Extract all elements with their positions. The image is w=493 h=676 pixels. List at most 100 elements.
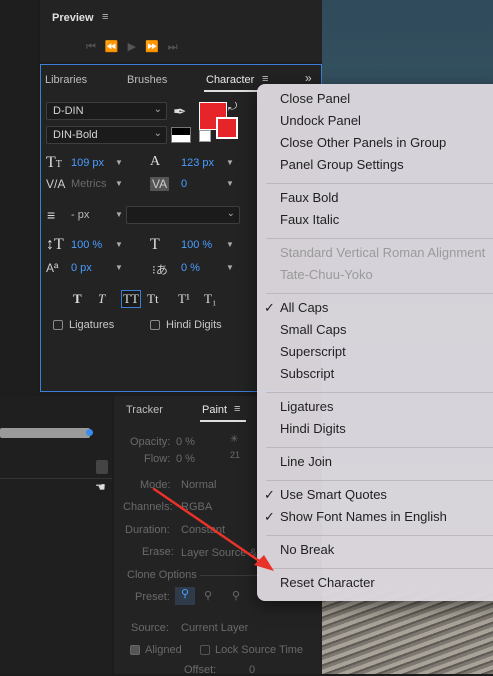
vertical-scale-value[interactable]: 100 % [71,239,102,251]
hand-tool-icon[interactable]: ☚ [95,480,106,494]
tab-character[interactable]: Character [206,74,254,86]
first-frame-icon[interactable]: ⏮ [86,41,105,53]
eyedropper-icon[interactable]: ✒ [173,102,186,122]
tab-brushes[interactable]: Brushes [127,74,167,86]
horizontal-scale-icon: T [150,236,160,253]
hindi-digits-checkbox[interactable] [150,320,160,330]
horizontal-scale-dropdown-icon[interactable]: ▼ [226,240,234,249]
menu-item-close-panel[interactable]: Close Panel [280,91,350,106]
preset-2-button[interactable]: ⚲ [204,589,212,602]
timeline-bar[interactable] [0,428,90,438]
offset-label: Offset: [184,664,217,676]
menu-item-superscript[interactable]: Superscript [280,344,346,359]
paint-menu-icon[interactable]: ≡ [234,403,240,415]
hamburger-icon[interactable]: ≡ [102,11,108,23]
lock-source-label: Lock Source Time [215,644,304,656]
next-frame-icon[interactable]: ⏩ [145,41,168,53]
faux-bold-button[interactable]: T [73,291,82,307]
scroll-handle[interactable] [96,460,108,474]
brush-tip-icon[interactable]: ✳ [230,434,238,445]
prev-frame-icon[interactable]: ⏪ [105,41,128,53]
opacity-label: Opacity: [130,436,171,448]
panel-context-menu: Close Panel Undock Panel Close Other Panel… [257,84,493,601]
hindi-digits-label: Hindi Digits [166,319,222,331]
tsume-dropdown-icon[interactable]: ▼ [226,263,234,272]
leading-dropdown-icon[interactable]: ▼ [226,158,234,167]
superscript-button[interactable]: T¹ [178,291,190,307]
flow-value[interactable]: 0 % [176,453,195,465]
preset-3-button[interactable]: ⚲ [232,589,240,602]
menu-item-all-caps[interactable]: All Caps [280,300,328,315]
baseline-shift-icon: Aª [46,261,59,275]
font-family-select[interactable]: D-DIN ⌄ [46,102,167,120]
offset-value[interactable]: 0 [249,664,255,676]
menu-separator [266,447,493,448]
tab-paint[interactable]: Paint [202,404,227,416]
font-size-dropdown-icon[interactable]: ▼ [115,158,123,167]
black-white-swatch[interactable] [171,127,191,143]
swap-colors-icon[interactable]: ⤾ [228,101,237,114]
tsume-icon: ⁝あ [152,263,168,277]
menu-item-small-caps[interactable]: Small Caps [280,322,346,337]
aligned-checkbox[interactable] [130,645,140,655]
small-caps-button[interactable]: Tt [147,291,159,307]
menu-item-use-smart-quotes[interactable]: Use Smart Quotes [280,487,387,502]
tracking-dropdown-icon[interactable]: ▼ [226,179,234,188]
timeline-playhead[interactable] [86,429,93,436]
left-panel [0,0,38,395]
all-caps-button[interactable]: TT [121,290,141,308]
arrow-head [254,555,274,571]
paint-tab-underline [200,420,246,422]
preview-panel: Preview ≡ ⏮⏪▶⏩⏭ [40,0,322,62]
baseline-shift-value[interactable]: 0 px [71,262,92,274]
tab-tracker[interactable]: Tracker [126,404,163,416]
opacity-value[interactable]: 0 % [176,436,195,448]
kerning-dropdown-icon[interactable]: ▼ [115,179,123,188]
subscript-button[interactable]: T₁ [204,291,216,307]
menu-item-reset-character[interactable]: Reset Character [280,575,375,590]
kerning-value[interactable]: Metrics [71,178,106,190]
aligned-label: Aligned [145,644,182,656]
menu-item-panel-group-settings[interactable]: Panel Group Settings [280,157,404,172]
menu-item-show-font-names-in-english[interactable]: Show Font Names in English [280,509,447,524]
menu-item-undock-panel[interactable]: Undock Panel [280,113,361,128]
menu-item-subscript[interactable]: Subscript [280,366,334,381]
play-icon[interactable]: ▶ [128,41,145,53]
leading-value[interactable]: 123 px [181,157,214,169]
brush-size-value: 21 [230,450,241,460]
last-frame-icon[interactable]: ⏭ [168,41,187,53]
menu-item-close-other-panels-in-group[interactable]: Close Other Panels in Group [280,135,446,150]
preset-1-button[interactable]: ⚲ [175,587,195,605]
menu-item-hindi-digits[interactable]: Hindi Digits [280,421,346,436]
vertical-scale-dropdown-icon[interactable]: ▼ [115,240,123,249]
font-size-value[interactable]: 109 px [71,157,104,169]
menu-item-standard-vertical-roman-alignment: Standard Vertical Roman Alignment [280,245,486,260]
expand-icon[interactable]: » [305,71,312,85]
stroke-width-dropdown-icon[interactable]: ▼ [115,210,123,219]
font-style-select[interactable]: DIN-Bold ⌄ [46,126,167,144]
source-value[interactable]: Current Layer [181,622,248,634]
no-fill-swatch[interactable] [199,130,211,142]
preview-title: Preview [52,12,94,24]
menu-item-no-break[interactable]: No Break [280,542,334,557]
timeline-divider [0,478,112,479]
menu-separator [266,480,493,481]
tsume-value[interactable]: 0 % [181,262,200,274]
baseline-shift-dropdown-icon[interactable]: ▼ [115,263,123,272]
menu-item-faux-bold[interactable]: Faux Bold [280,190,339,205]
vertical-scale-icon: ↕T [46,236,64,253]
lock-source-checkbox[interactable] [200,645,210,655]
menu-item-faux-italic[interactable]: Faux Italic [280,212,339,227]
ligatures-checkbox[interactable] [53,320,63,330]
stroke-color-swatch[interactable] [216,117,238,139]
horizontal-scale-value[interactable]: 100 % [181,239,212,251]
flow-label: Flow: [144,453,171,465]
menu-item-ligatures[interactable]: Ligatures [280,399,333,414]
tracking-value[interactable]: 0 [181,178,187,190]
faux-italic-button[interactable]: T [98,291,105,307]
menu-item-line-join[interactable]: Line Join [280,454,332,469]
stroke-style-select[interactable]: ⌄ [126,206,240,224]
tracking-icon: VA [150,177,170,191]
stroke-width-value[interactable]: - px [71,209,89,221]
tab-libraries[interactable]: Libraries [45,74,87,86]
